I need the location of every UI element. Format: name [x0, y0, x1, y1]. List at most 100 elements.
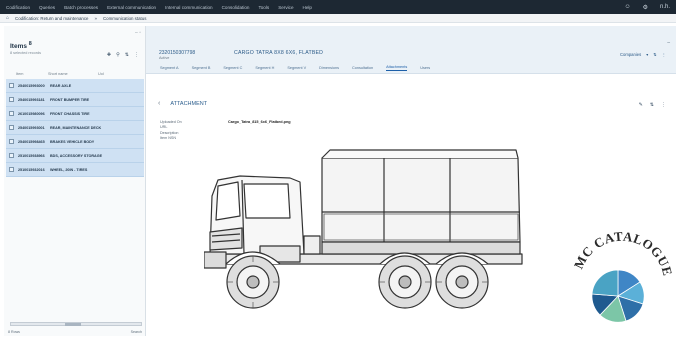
rear-wheel [435, 255, 489, 309]
attachment-file-name[interactable]: Cargo_Tatra_815_6x6_Flatbed.png [228, 120, 291, 124]
section-title: ATTACHMENT [170, 100, 208, 107]
menu-item-service[interactable]: Service [278, 5, 293, 10]
column-header-item[interactable]: Item [16, 72, 48, 76]
breadcrumb-separator: » [94, 15, 97, 21]
grid-header: Item Short name UoI [6, 70, 144, 78]
row-checkbox[interactable] [9, 125, 14, 130]
front-wheel [226, 255, 280, 309]
breadcrumb-item-return-maintenance[interactable]: Codification: Return and maintenance [15, 16, 88, 21]
detail-pane: – 2320150307798 Active CARGO TATRA 8X8 6… [146, 26, 676, 337]
table-row[interactable]: 2540015993181 FRONT BUMPER TIRE [6, 93, 144, 107]
label-item-nsn: Item NSN [160, 136, 176, 141]
menu-item-queries[interactable]: Queries [39, 5, 55, 10]
items-count-badge: 8 [28, 41, 32, 47]
attachment-toolbar: ✎ ⇅ ⋮ [639, 102, 666, 108]
item-name: BDS, ACCESSORY STORAGE [50, 153, 103, 158]
more-icon[interactable]: ⋮ [662, 52, 666, 57]
tab-segment-a[interactable]: Segment A [160, 66, 179, 70]
minimize-pane-icon[interactable]: – ▫ [135, 30, 141, 36]
table-row[interactable]: 2510015932016 WHEEL, 20IN - TIRES [6, 163, 144, 177]
list-footer: 8 Rows Search [8, 330, 142, 334]
item-name: WHEEL, 20IN - TIRES [50, 167, 88, 172]
settings-icon[interactable]: ⚙ [643, 4, 648, 11]
edit-icon[interactable]: ✎ [639, 102, 643, 108]
items-subtitle: 8 selected records [10, 51, 42, 56]
add-icon[interactable]: ✚ [107, 52, 111, 58]
table-row[interactable]: 2540015993000 REAR AXLE [6, 79, 144, 93]
user-icon[interactable]: ☺ [624, 4, 630, 10]
row-count: 8 Rows [8, 330, 20, 334]
scrollbar-thumb[interactable] [65, 323, 81, 326]
menu-item-codification[interactable]: Codification [6, 5, 30, 10]
user-initials[interactable]: n.h. [660, 4, 670, 10]
item-name: FRONT BUMPER TIRE [50, 97, 90, 102]
chevron-down-icon[interactable]: ▾ [646, 52, 648, 57]
column-header-short-name[interactable]: Short name [48, 72, 98, 76]
row-checkbox[interactable] [9, 97, 14, 102]
tab-dimensions[interactable]: Dimensions [319, 66, 339, 70]
sort-icon[interactable]: ⇅ [653, 52, 657, 57]
sort-icon[interactable]: ⇅ [125, 52, 129, 58]
horizontal-scrollbar[interactable] [10, 322, 142, 326]
footer-search-link[interactable]: Search [131, 330, 142, 334]
home-icon[interactable]: ⌂ [6, 15, 9, 21]
table-row[interactable]: 2610015980096 FRONT CHASSIS TIRE [6, 107, 144, 121]
attachment-section-header: ‹ ATTACHMENT [158, 100, 207, 107]
item-code: 2610015980096 [18, 111, 45, 116]
item-code: 2510015938966 [18, 153, 45, 158]
header-actions: Companies ▾ ⇅ ⋮ [620, 52, 666, 57]
row-checkbox[interactable] [9, 83, 14, 88]
item-code: 2540015993181 [18, 97, 45, 102]
more-icon[interactable]: ⋮ [134, 52, 139, 58]
tab-users[interactable]: Users [420, 66, 430, 70]
item-code: 2540015993000 [18, 83, 45, 88]
tab-attachments[interactable]: Attachments [386, 65, 408, 71]
items-list-pane: – ▫ Items 8 8 selected records ✚ ⚲ ⇅ ⋮ I… [4, 26, 146, 336]
object-title: CARGO TATRA 8X8 6X6, FLATBED [234, 50, 324, 56]
status-badge: Active [159, 56, 170, 60]
tab-consultation[interactable]: Consultation [352, 66, 373, 70]
menu-item-consolidation[interactable]: Consolidation [222, 5, 250, 10]
tab-segment-b[interactable]: Segment B [192, 66, 211, 70]
row-checkbox[interactable] [9, 139, 14, 144]
table-row[interactable]: 2510015938966 BDS, ACCESSORY STORAGE [6, 149, 144, 163]
middle-wheel [378, 255, 432, 309]
column-header-uoi[interactable]: UoI [98, 72, 104, 76]
companies-dropdown[interactable]: Companies [620, 52, 641, 57]
table-row[interactable]: 2540015993001 REAR, MAINTENANCE DECK [6, 121, 144, 135]
items-title: Items 8 [10, 41, 32, 51]
breadcrumb: ⌂ Codification: Return and maintenance »… [0, 14, 676, 23]
row-checkbox[interactable] [9, 153, 14, 158]
attachment-info-labels: Uploaded On URL Description Item NSN [160, 120, 182, 142]
search-icon[interactable]: ⚲ [116, 52, 120, 58]
item-name: REAR AXLE [50, 83, 72, 88]
item-code: 2510015932016 [18, 167, 45, 172]
row-checkbox[interactable] [9, 167, 14, 172]
item-name: BRAKES VEHICLE BODY [50, 139, 95, 144]
back-arrow-icon[interactable]: ‹ [158, 100, 160, 107]
top-menu-bar: Codification Queries Batch processes Ext… [0, 0, 676, 14]
item-code: 2540015993001 [18, 125, 45, 130]
close-icon[interactable]: – [667, 40, 670, 46]
detail-tabs: Segment A Segment B Segment C Segment H … [146, 62, 676, 74]
main-menu: Codification Queries Batch processes Ext… [6, 5, 312, 10]
item-name: FRONT CHASSIS TIRE [50, 111, 90, 116]
menu-item-help[interactable]: Help [303, 5, 312, 10]
detail-header: – 2320150307798 Active CARGO TATRA 8X8 6… [146, 26, 676, 62]
tab-segment-c[interactable]: Segment C [223, 66, 242, 70]
row-checkbox[interactable] [9, 111, 14, 116]
tab-segment-v[interactable]: Segment V [287, 66, 306, 70]
tab-segment-h[interactable]: Segment H [255, 66, 274, 70]
more-icon[interactable]: ⋮ [661, 102, 666, 108]
breadcrumb-item-communication-status[interactable]: Communication status [103, 16, 146, 21]
item-rows: 2540015993000 REAR AXLE 2540015993181 FR… [6, 79, 144, 177]
truck-image [204, 149, 523, 309]
menu-item-internal-communication[interactable]: Internal communication [165, 5, 213, 10]
menu-item-external-communication[interactable]: External communication [107, 5, 156, 10]
sort-icon[interactable]: ⇅ [650, 102, 654, 108]
item-code: 2540015998465 [18, 139, 45, 144]
table-row[interactable]: 2540015998465 BRAKES VEHICLE BODY [6, 135, 144, 149]
menu-item-batch-processes[interactable]: Batch processes [64, 5, 98, 10]
item-name: REAR, MAINTENANCE DECK [50, 125, 102, 130]
menu-item-tools[interactable]: Tools [258, 5, 269, 10]
